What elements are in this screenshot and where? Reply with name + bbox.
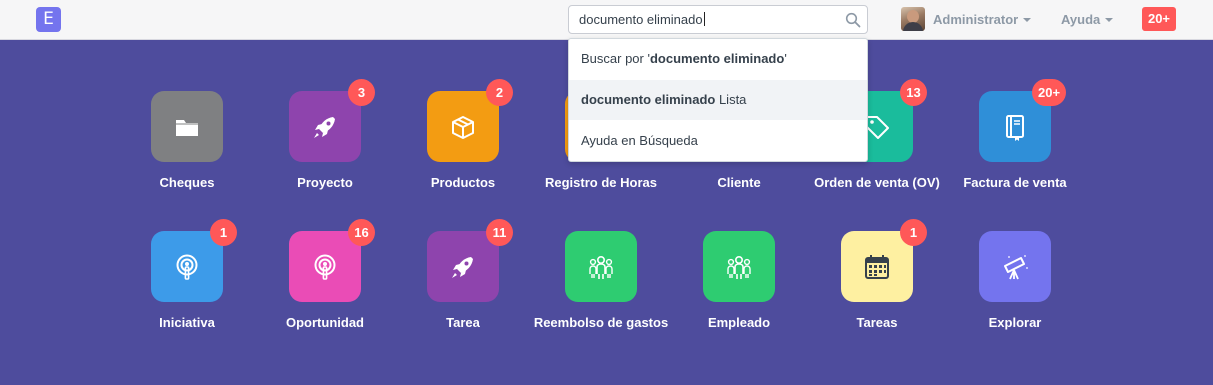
group-icon [724, 252, 754, 282]
module-icon-box[interactable] [289, 231, 361, 302]
module-tile-reembolso-de-gastos[interactable]: Reembolso de gastos [521, 231, 681, 351]
book-icon [1000, 112, 1030, 142]
module-icon-box[interactable] [565, 231, 637, 302]
module-icon-box[interactable] [703, 231, 775, 302]
help-menu-label: Ayuda [1061, 12, 1101, 27]
box-icon [448, 112, 478, 142]
notification-count-badge: 20+ [1032, 79, 1067, 106]
module-label[interactable]: Explorar [935, 315, 1095, 330]
notification-count-badge: 1 [900, 219, 927, 246]
user-avatar[interactable] [901, 7, 925, 31]
notification-count-badge: 2 [486, 79, 513, 106]
module-label[interactable]: Productos [383, 175, 543, 190]
notification-count-badge: 11 [486, 219, 513, 246]
module-icon-box[interactable] [151, 231, 223, 302]
module-label[interactable]: Iniciativa [107, 315, 267, 330]
module-label[interactable]: Oportunidad [245, 315, 405, 330]
module-label[interactable]: Empleado [659, 315, 819, 330]
module-tile-proyecto[interactable]: Proyecto 3 [245, 79, 405, 211]
notifications-badge[interactable]: 20+ [1142, 7, 1176, 31]
module-icon-box[interactable] [289, 91, 361, 162]
notification-count-badge: 3 [348, 79, 375, 106]
search-input[interactable]: documento eliminado [568, 5, 868, 34]
module-tile-iniciativa[interactable]: Iniciativa 1 [107, 219, 267, 351]
search-dropdown: Buscar por 'documento eliminado' documen… [568, 38, 868, 162]
search-suggestion-search-for[interactable]: Buscar por 'documento eliminado' [569, 39, 867, 79]
notification-count-badge: 13 [900, 79, 927, 106]
chevron-down-icon [1023, 18, 1032, 22]
rocket-icon [448, 252, 478, 282]
app-logo[interactable]: E [36, 7, 61, 32]
module-icon-box[interactable] [979, 231, 1051, 302]
broadcast-icon [310, 252, 340, 282]
module-label[interactable]: Tarea [383, 315, 543, 330]
module-tile-tarea[interactable]: Tarea 11 [383, 219, 543, 351]
search-suggestion-help[interactable]: Ayuda en Búsqueda [569, 121, 867, 161]
rocket-icon [310, 112, 340, 142]
folder-icon [172, 112, 202, 142]
module-label[interactable]: Orden de venta (OV) [797, 175, 957, 190]
module-label[interactable]: Proyecto [245, 175, 405, 190]
module-tile-tareas[interactable]: Tareas 1 [797, 219, 957, 351]
notification-count-badge: 16 [348, 219, 375, 246]
module-tile-oportunidad[interactable]: Oportunidad 16 [245, 219, 405, 351]
module-label[interactable]: Registro de Horas [521, 175, 681, 190]
module-tile-factura-de-venta[interactable]: Factura de venta 20+ [935, 79, 1095, 211]
chevron-down-icon [1105, 18, 1114, 22]
module-icon-box[interactable] [427, 231, 499, 302]
user-menu[interactable]: Administrator [933, 12, 1032, 27]
module-icon-box[interactable] [151, 91, 223, 162]
calendar-icon [862, 252, 892, 282]
module-label[interactable]: Reembolso de gastos [521, 315, 681, 330]
module-tile-empleado[interactable]: Empleado [659, 231, 819, 351]
navbar: E documento eliminado Administrator Ayud… [0, 0, 1213, 40]
help-menu[interactable]: Ayuda [1061, 12, 1114, 27]
notification-count-badge: 1 [210, 219, 237, 246]
module-tile-cheques[interactable]: Cheques [107, 91, 267, 211]
telescope-icon [1000, 252, 1030, 282]
module-icon-box[interactable] [841, 231, 913, 302]
search-input-value[interactable]: documento eliminado [579, 12, 705, 27]
module-tile-productos[interactable]: Productos 2 [383, 79, 543, 211]
module-label[interactable]: Cheques [107, 175, 267, 190]
user-menu-label: Administrator [933, 12, 1019, 27]
module-label[interactable]: Factura de venta [935, 175, 1095, 190]
search-suggestion-list[interactable]: documento eliminado Lista [569, 80, 867, 120]
broadcast-icon [172, 252, 202, 282]
search-icon[interactable] [845, 12, 861, 28]
group-icon [586, 252, 616, 282]
module-label[interactable]: Cliente [659, 175, 819, 190]
module-tile-explorar[interactable]: Explorar [935, 231, 1095, 351]
module-icon-box[interactable] [427, 91, 499, 162]
module-label[interactable]: Tareas [797, 315, 957, 330]
